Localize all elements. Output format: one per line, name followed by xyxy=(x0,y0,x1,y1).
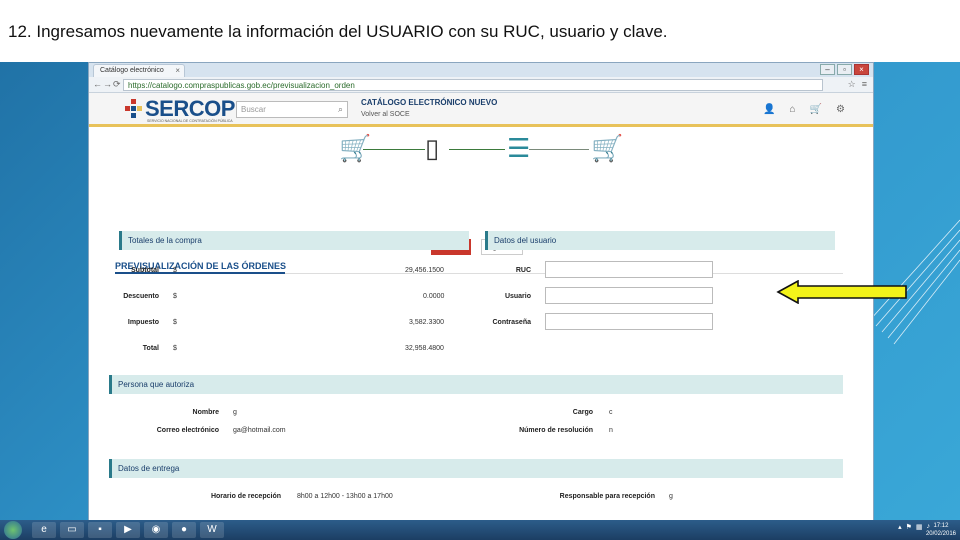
slide-header: 12. Ingresamos nuevamente la información… xyxy=(0,0,960,62)
sercop-logo-icon xyxy=(125,99,142,118)
autoriza-heading: Persona que autoriza xyxy=(109,375,843,394)
usuario-heading: Datos del usuario xyxy=(485,231,835,250)
total-label: Total xyxy=(142,345,159,352)
correo-value: ga@hotmail.com xyxy=(233,427,286,434)
descuento-label: Descuento xyxy=(123,293,159,300)
responsable-label: Responsable para recepción xyxy=(559,493,655,500)
cart-icon[interactable]: 🛒 xyxy=(810,104,822,115)
folder-icon[interactable]: ▭ xyxy=(60,522,84,538)
search-placeholder: Buscar xyxy=(241,105,266,114)
windows-taskbar: e ▭ ▪ ▶ ◉ ● W ▴ ⚑ ▦ ♪ 17:12 20/02/2016 xyxy=(0,520,960,540)
app-icon[interactable]: ▪ xyxy=(88,522,112,538)
star-icon[interactable]: ☆ xyxy=(848,79,856,90)
logo-subtitle: SERVICIO NACIONAL DE CONTRATACIÓN PÚBLIC… xyxy=(147,119,233,123)
wizard-connector xyxy=(363,149,425,150)
forward-arrow-icon[interactable]: → xyxy=(103,79,112,89)
total-currency: $ xyxy=(173,345,177,352)
resolucion-value: n xyxy=(609,427,613,434)
ruc-input[interactable] xyxy=(545,261,713,278)
tab-title: Catálogo electrónico xyxy=(100,67,164,74)
browser-window: Catálogo electrónico × – ▫ × ← → ⟳ https… xyxy=(88,62,874,540)
impuesto-currency: $ xyxy=(173,319,177,326)
contrasena-label: Contraseña xyxy=(492,319,531,326)
search-icon[interactable]: ⌕ xyxy=(338,104,343,115)
clock-date: 20/02/2016 xyxy=(925,531,956,537)
chrome-icon[interactable]: ◉ xyxy=(144,522,168,538)
flag-icon[interactable]: ⚑ xyxy=(906,523,912,531)
password-input[interactable] xyxy=(545,313,713,330)
wizard-connector xyxy=(449,149,505,150)
cart-check-icon: 🛒 xyxy=(591,133,624,163)
media-icon[interactable]: ▶ xyxy=(116,522,140,538)
home-icon[interactable]: ⌂ xyxy=(790,104,796,115)
window-controls: – ▫ × xyxy=(820,64,869,75)
user-icon[interactable]: 👤 xyxy=(763,104,775,115)
back-to-soce-link[interactable]: Volver al SOCE xyxy=(361,111,410,118)
clipboard-icon: ▯ xyxy=(425,133,440,163)
usuario-input[interactable] xyxy=(545,287,713,304)
tab-close-icon[interactable]: × xyxy=(175,66,180,75)
pointer-arrow-icon xyxy=(776,280,907,304)
start-button[interactable] xyxy=(4,521,22,539)
slide-title: 12. Ingresamos nuevamente la información… xyxy=(8,22,668,41)
firefox-icon[interactable]: ● xyxy=(172,522,196,538)
search-input[interactable]: Buscar ⌕ xyxy=(236,101,348,118)
site-header: SERCOP SERVICIO NACIONAL DE CONTRATACIÓN… xyxy=(89,93,873,127)
impuesto-value: 3,582.3300 xyxy=(409,319,445,326)
descuento-currency: $ xyxy=(173,293,177,300)
clock-time: 17:12 xyxy=(933,523,949,529)
browser-tab[interactable]: Catálogo electrónico × xyxy=(93,64,185,77)
total-value: 32,958.4800 xyxy=(405,345,444,352)
correo-label: Correo electrónico xyxy=(156,427,219,434)
minimize-icon[interactable]: – xyxy=(820,64,835,75)
subtotal-value: 29,456.1500 xyxy=(405,267,444,274)
responsable-value: g xyxy=(669,493,673,500)
wizard-connector xyxy=(529,149,589,150)
browser-tabbar: Catálogo electrónico × – ▫ × xyxy=(89,63,873,77)
descuento-value: 0.0000 xyxy=(423,293,445,300)
header-icons: 👤 ⌂ 🛒 ⚙ xyxy=(763,104,845,115)
impuesto-label: Impuesto xyxy=(127,319,159,326)
taskbar-clock[interactable]: 17:12 20/02/2016 xyxy=(926,522,956,538)
catalog-title: CATÁLOGO ELECTRÓNICO NUEVO xyxy=(361,98,498,107)
close-icon[interactable]: × xyxy=(854,64,869,75)
tray-arrow-icon[interactable]: ▴ xyxy=(898,523,902,531)
ie-icon[interactable]: e xyxy=(32,522,56,538)
cargo-label: Cargo xyxy=(572,409,593,416)
url-input[interactable]: https://catalogo.compraspublicas.gob.ec/… xyxy=(123,79,823,91)
network-icon[interactable]: ▦ xyxy=(916,523,923,531)
horario-label: Horario de recepción xyxy=(210,493,281,500)
totales-heading: Totales de la compra xyxy=(119,231,469,250)
menu-icon[interactable]: ≡ xyxy=(862,79,867,90)
word-icon[interactable]: W xyxy=(200,522,224,538)
clipboard-list-icon: ☰ xyxy=(507,133,531,163)
back-arrow-icon[interactable]: ← xyxy=(93,79,102,89)
maximize-icon[interactable]: ▫ xyxy=(837,64,852,75)
resolucion-label: Número de resolución xyxy=(519,427,593,434)
subtotal-label: Subtotal xyxy=(131,267,159,274)
nombre-label: Nombre xyxy=(192,409,219,416)
cargo-value: c xyxy=(609,409,613,416)
ruc-label: RUC xyxy=(515,267,531,274)
usuario-label: Usuario xyxy=(504,293,531,300)
address-bar: ← → ⟳ https://catalogo.compraspublicas.g… xyxy=(89,77,873,93)
nombre-value: g xyxy=(233,409,237,416)
horario-value: 8h00 a 12h00 - 13h00 a 17h00 xyxy=(297,493,393,500)
address-bar-icons: ☆ ≡ xyxy=(848,79,867,90)
subtotal-currency: $ xyxy=(173,267,177,274)
entrega-heading: Datos de entrega xyxy=(109,459,843,478)
cart-icon: 🛒 xyxy=(339,133,372,163)
gear-icon[interactable]: ⚙ xyxy=(836,104,845,115)
reload-icon[interactable]: ⟳ xyxy=(113,79,121,90)
